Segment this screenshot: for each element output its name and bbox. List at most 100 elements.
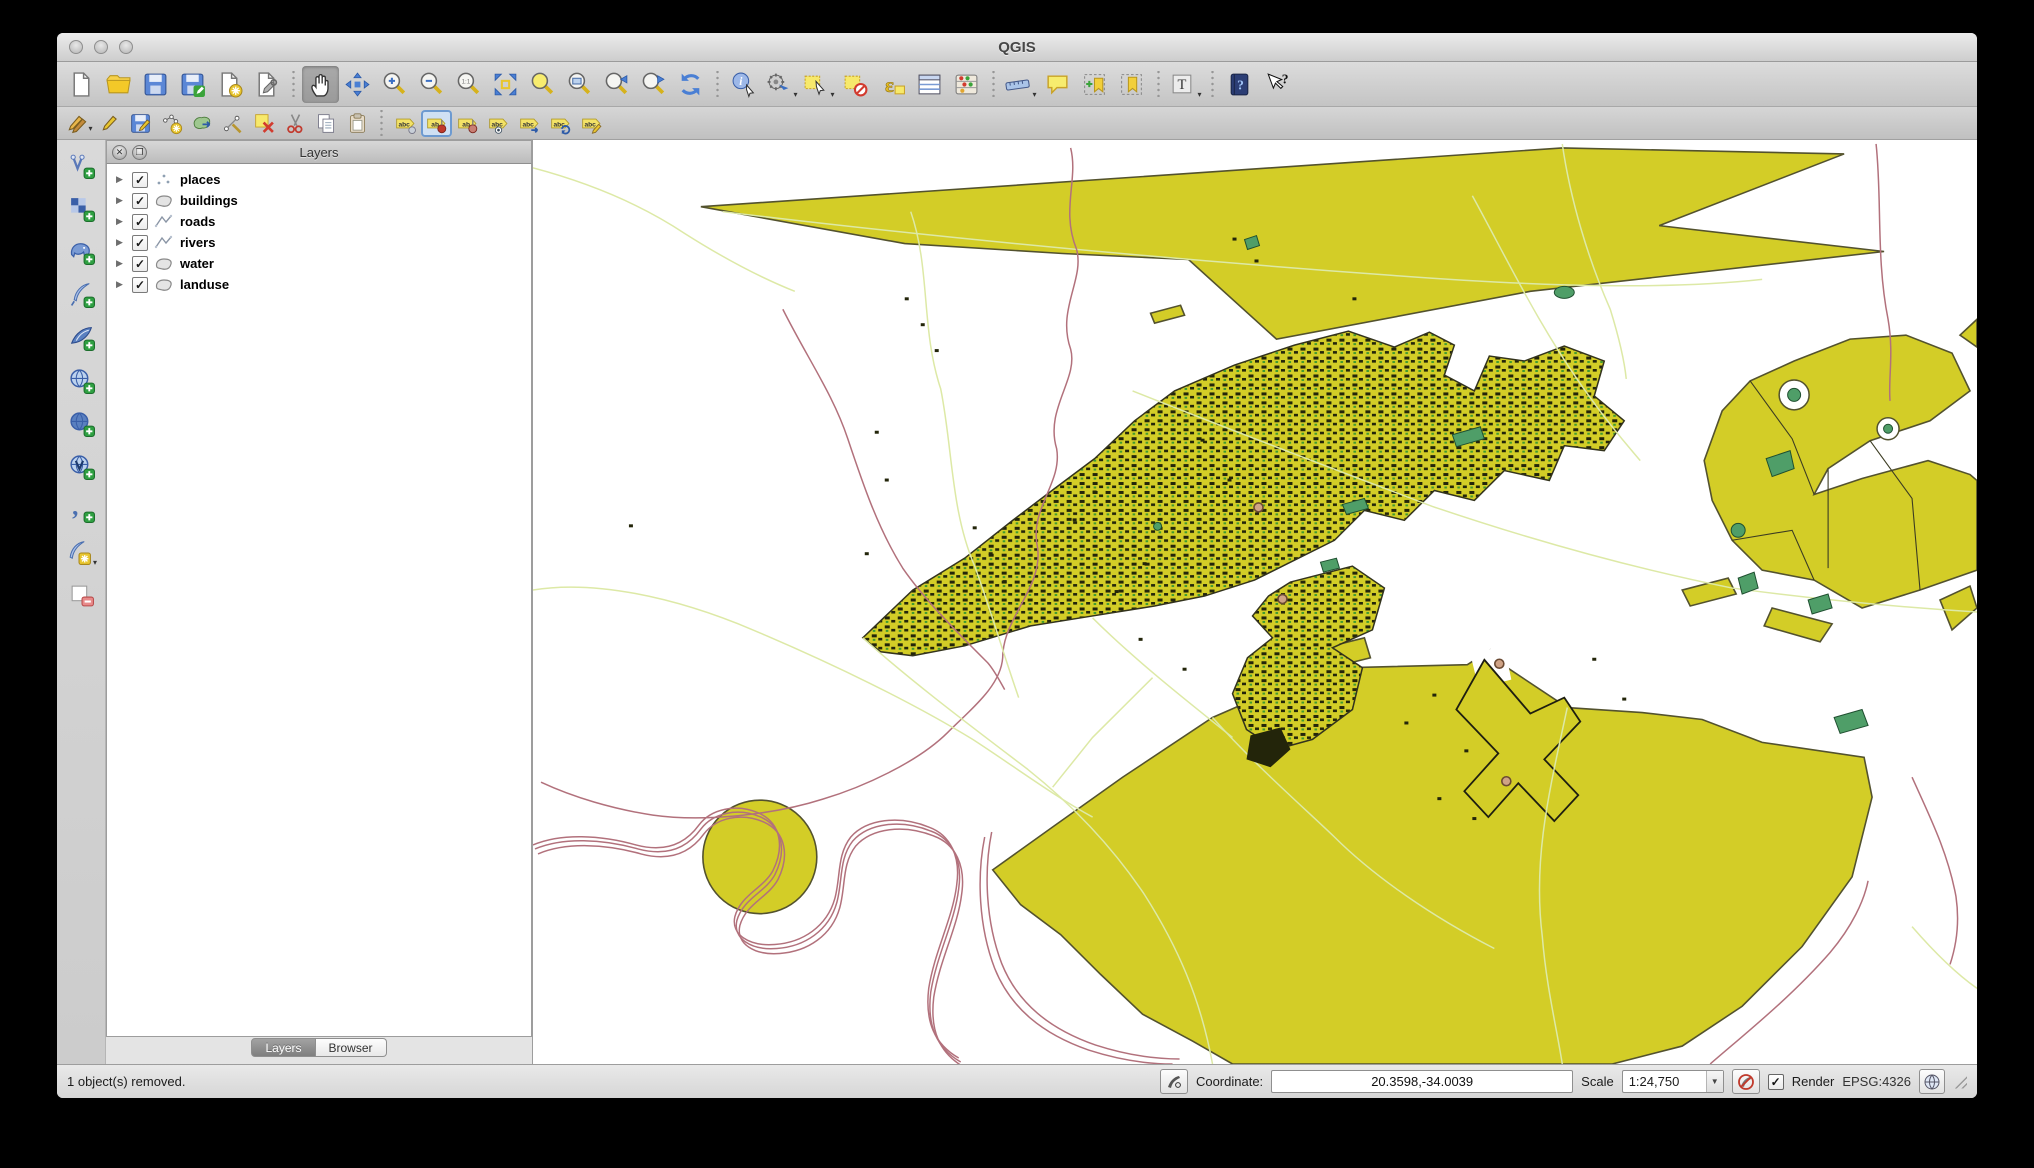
copy-features-button[interactable] — [311, 110, 342, 137]
zoom-native-button[interactable]: 1:1 — [450, 66, 487, 103]
change-label-button[interactable]: abc — [576, 110, 607, 137]
node-tool-button[interactable] — [218, 110, 249, 137]
pin-unpin-labels-button[interactable]: ab — [421, 110, 452, 137]
rotate-label-button[interactable]: abc — [545, 110, 576, 137]
paste-features-button[interactable] — [342, 110, 373, 137]
close-panel-icon[interactable]: ✕ — [112, 145, 127, 160]
expand-arrow-icon[interactable]: ▶ — [116, 279, 126, 290]
delete-selected-button[interactable] — [249, 110, 280, 137]
layer-row-places[interactable]: ▶✓places — [107, 169, 531, 190]
expand-arrow-icon[interactable]: ▶ — [116, 216, 126, 227]
zoom-out-button[interactable] — [413, 66, 450, 103]
zoom-last-button[interactable] — [598, 66, 635, 103]
zoom-full-button[interactable] — [487, 66, 524, 103]
expand-arrow-icon[interactable]: ▶ — [116, 258, 126, 269]
expand-arrow-icon[interactable]: ▶ — [116, 195, 126, 206]
add-vector-layer-button[interactable] — [62, 152, 100, 184]
map-tips-button[interactable] — [1039, 66, 1076, 103]
add-feature-button[interactable] — [156, 110, 187, 137]
zoom-to-selection-button[interactable] — [524, 66, 561, 103]
chevron-down-icon[interactable]: ▼ — [1706, 1071, 1723, 1092]
whats-this-button[interactable]: ? — [1258, 66, 1295, 103]
scale-combobox[interactable]: 1:24,750 ▼ — [1622, 1070, 1724, 1093]
resize-grip[interactable] — [1953, 1075, 1967, 1089]
layer-row-roads[interactable]: ▶✓roads — [107, 211, 531, 232]
rotate-label-icon: abc — [549, 112, 572, 135]
save-project-as-button[interactable] — [174, 66, 211, 103]
zoom-window-icon[interactable] — [119, 40, 133, 54]
map-canvas[interactable] — [532, 140, 1977, 1064]
title-bar[interactable]: QGIS — [57, 33, 1977, 62]
crs-status-button[interactable] — [1919, 1069, 1945, 1094]
add-delimited-text-layer-button[interactable]: , — [62, 496, 100, 528]
new-project-button[interactable] — [63, 66, 100, 103]
measure-button[interactable]: ▾ — [1002, 66, 1039, 103]
float-panel-icon[interactable]: ❐ — [132, 145, 147, 160]
minimize-window-icon[interactable] — [94, 40, 108, 54]
coordinate-label: Coordinate: — [1196, 1074, 1263, 1089]
svg-text:abc: abc — [522, 121, 534, 128]
deselect-features-button[interactable] — [837, 66, 874, 103]
zoom-in-button[interactable] — [376, 66, 413, 103]
add-postgis-layer-button[interactable] — [62, 238, 100, 270]
add-wms-layer-button[interactable] — [62, 367, 100, 399]
layer-labeling-options-button[interactable]: abc — [390, 110, 421, 137]
highlight-pinned-labels-button[interactable]: ab — [452, 110, 483, 137]
layer-row-buildings[interactable]: ▶✓buildings — [107, 190, 531, 211]
new-shapefile-layer-button[interactable]: ▾ — [62, 539, 100, 571]
remove-layer-button[interactable] — [62, 582, 100, 614]
layer-visibility-checkbox[interactable]: ✓ — [132, 277, 148, 293]
layer-visibility-checkbox[interactable]: ✓ — [132, 256, 148, 272]
zoom-to-layer-button[interactable] — [561, 66, 598, 103]
render-checkbox[interactable]: ✓ — [1768, 1074, 1784, 1090]
tab-layers[interactable]: Layers — [251, 1038, 315, 1057]
scale-value: 1:24,750 — [1623, 1074, 1706, 1089]
place-point — [1254, 503, 1263, 512]
pan-to-selection-button[interactable] — [339, 66, 376, 103]
stop-rendering-button[interactable] — [1732, 1069, 1760, 1094]
expand-arrow-icon[interactable]: ▶ — [116, 237, 126, 248]
add-spatialite-layer-button[interactable] — [62, 281, 100, 313]
refresh-map-button[interactable] — [672, 66, 709, 103]
coordinate-input[interactable] — [1271, 1070, 1573, 1093]
add-raster-layer-button[interactable] — [62, 195, 100, 227]
coordinate-capture-button[interactable] — [1160, 1069, 1188, 1094]
zoom-next-button[interactable] — [635, 66, 672, 103]
add-wcs-layer-button[interactable] — [62, 410, 100, 442]
add-wfs-layer-button[interactable] — [62, 453, 100, 485]
layer-row-water[interactable]: ▶✓water — [107, 253, 531, 274]
move-feature-button[interactable] — [187, 110, 218, 137]
layer-row-rivers[interactable]: ▶✓rivers — [107, 232, 531, 253]
layer-row-landuse[interactable]: ▶✓landuse — [107, 274, 531, 295]
field-calculator-button[interactable] — [948, 66, 985, 103]
run-feature-action-button[interactable]: ▾ — [763, 66, 800, 103]
open-project-button[interactable] — [100, 66, 137, 103]
select-by-expression-button[interactable]: ε — [874, 66, 911, 103]
cut-features-button[interactable] — [280, 110, 311, 137]
close-window-icon[interactable] — [69, 40, 83, 54]
move-label-button[interactable]: abc — [514, 110, 545, 137]
text-annotation-button[interactable]: T▾ — [1167, 66, 1204, 103]
show-hide-labels-button[interactable]: abc — [483, 110, 514, 137]
attribute-table-button[interactable] — [911, 66, 948, 103]
save-project-button[interactable] — [137, 66, 174, 103]
layer-visibility-checkbox[interactable]: ✓ — [132, 235, 148, 251]
help-contents-button[interactable]: ? — [1221, 66, 1258, 103]
add-raster-layer-icon — [68, 195, 95, 227]
new-print-composer-button[interactable] — [211, 66, 248, 103]
toggle-editing-button[interactable] — [94, 110, 125, 137]
tab-browser[interactable]: Browser — [316, 1038, 387, 1057]
add-mssql-layer-button[interactable] — [62, 324, 100, 356]
select-features-button[interactable]: ▾ — [800, 66, 837, 103]
expand-arrow-icon[interactable]: ▶ — [116, 174, 126, 185]
pan-map-button[interactable] — [302, 66, 339, 103]
identify-features-button[interactable]: i — [726, 66, 763, 103]
layer-visibility-checkbox[interactable]: ✓ — [132, 214, 148, 230]
current-edits-button[interactable]: ▾ — [63, 110, 94, 137]
layer-visibility-checkbox[interactable]: ✓ — [132, 172, 148, 188]
new-bookmark-button[interactable] — [1076, 66, 1113, 103]
show-bookmarks-button[interactable] — [1113, 66, 1150, 103]
save-layer-edits-button[interactable] — [125, 110, 156, 137]
layer-visibility-checkbox[interactable]: ✓ — [132, 193, 148, 209]
composer-manager-button[interactable] — [248, 66, 285, 103]
